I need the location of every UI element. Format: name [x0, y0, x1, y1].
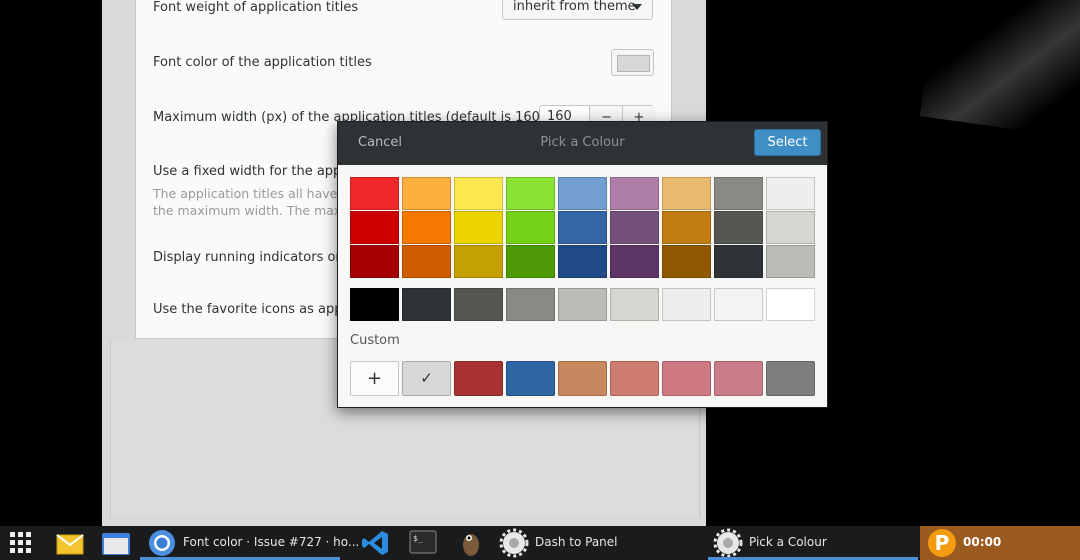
- gray-palette: [350, 288, 816, 321]
- gimp-icon: [463, 534, 479, 556]
- custom-color-swatch[interactable]: [610, 361, 659, 396]
- app-launcher-button[interactable]: [0, 526, 44, 560]
- color-swatch[interactable]: [610, 245, 659, 278]
- color-swatch[interactable]: [662, 211, 711, 244]
- chrome-window-label: Font color · Issue #727 · ho...: [183, 535, 360, 549]
- terminal-app-button[interactable]: $_: [403, 526, 443, 560]
- color-swatch[interactable]: [402, 211, 451, 244]
- color-swatch[interactable]: [402, 177, 451, 210]
- color-swatch[interactable]: [454, 245, 503, 278]
- gray-swatch[interactable]: [662, 288, 711, 321]
- pick-colour-window-button[interactable]: Pick a Colour: [708, 526, 918, 560]
- color-swatch[interactable]: [766, 177, 815, 210]
- gray-swatch[interactable]: [610, 288, 659, 321]
- pick-colour-label: Pick a Colour: [749, 535, 827, 549]
- color-swatch[interactable]: [714, 211, 763, 244]
- clock-area[interactable]: P 00:00: [920, 526, 1080, 560]
- color-swatch[interactable]: [714, 177, 763, 210]
- color-swatch[interactable]: [766, 245, 815, 278]
- font-color-swatch: [617, 55, 650, 72]
- add-custom-color-button[interactable]: +: [350, 361, 399, 396]
- font-color-button[interactable]: [611, 49, 654, 76]
- gray-swatch[interactable]: [506, 288, 555, 321]
- dash-to-panel-window-button[interactable]: Dash to Panel: [495, 526, 695, 560]
- custom-color-swatch[interactable]: [714, 361, 763, 396]
- gray-swatch[interactable]: [454, 288, 503, 321]
- mail-app-button[interactable]: [52, 526, 88, 560]
- pomodoro-icon: P: [928, 529, 956, 557]
- custom-color-swatch[interactable]: [506, 361, 555, 396]
- clock: 00:00: [963, 535, 1002, 549]
- fixed-width-description: The application titles all have t: [153, 186, 347, 201]
- font-weight-label: Font weight of application titles: [153, 0, 359, 15]
- dialog-header: Cancel Pick a Colour Select: [338, 122, 827, 165]
- vscode-icon: [362, 531, 388, 555]
- color-swatch[interactable]: [506, 211, 555, 244]
- font-color-label: Font color of the application titles: [153, 55, 372, 70]
- gear-icon: [713, 528, 743, 558]
- color-swatch[interactable]: [662, 245, 711, 278]
- color-swatch[interactable]: [610, 211, 659, 244]
- terminal-icon: $_: [409, 530, 437, 554]
- svg-text:$_: $_: [413, 534, 423, 543]
- color-swatch[interactable]: [558, 245, 607, 278]
- running-indicators-label: Display running indicators on u: [153, 250, 357, 265]
- chevron-down-icon: [632, 4, 642, 10]
- gimp-app-button[interactable]: [451, 526, 491, 560]
- color-swatch[interactable]: [454, 211, 503, 244]
- files-app-button[interactable]: [98, 526, 134, 560]
- custom-color-swatch[interactable]: [454, 361, 503, 396]
- color-swatch[interactable]: [766, 211, 815, 244]
- color-swatch[interactable]: [506, 177, 555, 210]
- color-swatch[interactable]: [350, 211, 399, 244]
- gray-swatch[interactable]: [350, 288, 399, 321]
- font-weight-dropdown[interactable]: inherit from theme: [502, 0, 653, 20]
- color-palette: [350, 177, 816, 278]
- gray-swatch[interactable]: [766, 288, 815, 321]
- color-swatch[interactable]: [454, 177, 503, 210]
- fixed-width-label: Use a fixed width for the applic: [153, 164, 356, 179]
- custom-label: Custom: [350, 333, 400, 348]
- fixed-width-description: the maximum width. The maxin: [153, 203, 353, 218]
- select-button[interactable]: Select: [754, 129, 821, 156]
- favorite-icons-label: Use the favorite icons as applic: [153, 302, 357, 317]
- taskbar: Font color · Issue #727 · ho... $_ Dash …: [0, 526, 1080, 560]
- gear-icon: [499, 528, 529, 558]
- color-swatch[interactable]: [662, 177, 711, 210]
- color-swatch[interactable]: [558, 177, 607, 210]
- custom-colors: + ✓: [350, 361, 816, 396]
- mail-icon: [56, 534, 84, 555]
- vscode-app-button[interactable]: [355, 526, 395, 560]
- grid-icon: [10, 532, 34, 554]
- chrome-window-button[interactable]: Font color · Issue #727 · ho...: [140, 526, 359, 560]
- dash-to-panel-label: Dash to Panel: [535, 535, 618, 549]
- gray-swatch[interactable]: [714, 288, 763, 321]
- gray-swatch[interactable]: [402, 288, 451, 321]
- color-swatch[interactable]: [402, 245, 451, 278]
- custom-color-swatch[interactable]: [558, 361, 607, 396]
- gray-swatch[interactable]: [558, 288, 607, 321]
- color-swatch[interactable]: [350, 245, 399, 278]
- chrome-icon: [149, 530, 175, 556]
- selected-custom-color-swatch[interactable]: ✓: [402, 361, 451, 396]
- color-swatch[interactable]: [506, 245, 555, 278]
- color-swatch[interactable]: [558, 211, 607, 244]
- color-swatch[interactable]: [350, 177, 399, 210]
- custom-color-swatch[interactable]: [766, 361, 815, 396]
- color-swatch[interactable]: [610, 177, 659, 210]
- folder-icon: [102, 533, 130, 555]
- custom-color-swatch[interactable]: [662, 361, 711, 396]
- color-picker-dialog: Cancel Pick a Colour Select Custom + ✓: [337, 121, 828, 408]
- desktop-background: [0, 0, 102, 526]
- color-swatch[interactable]: [714, 245, 763, 278]
